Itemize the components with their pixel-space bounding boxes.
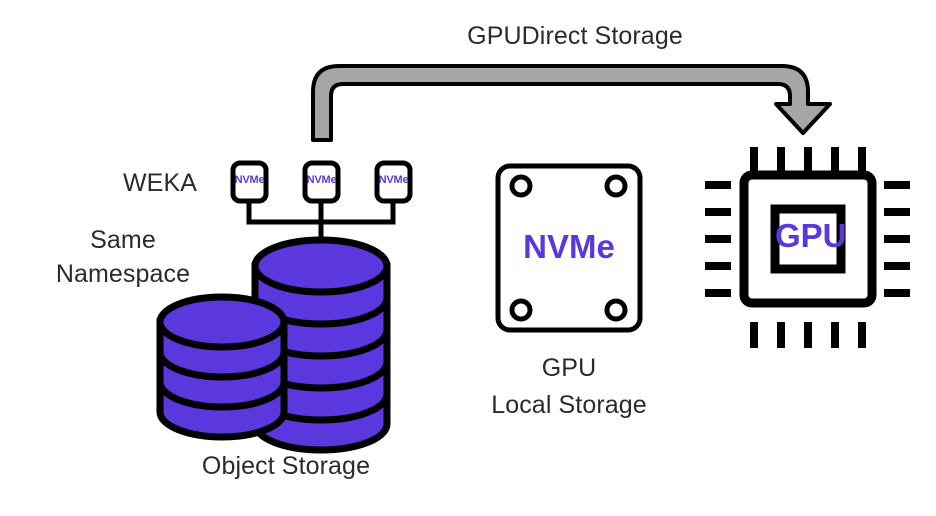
- diagram-canvas: GPUDirect Storage WEKA Same Namespace Ob…: [0, 0, 936, 516]
- gpu-pin-right-5: [884, 289, 910, 297]
- nvme-card-screw-hole-top-left: [509, 174, 533, 198]
- gpu-pin-top-3: [804, 147, 812, 173]
- gpu-pin-left-4: [705, 262, 731, 270]
- gpu-pin-right-3: [884, 235, 910, 243]
- gpu-pin-left-1: [705, 181, 731, 189]
- gpu-pin-top-2: [777, 147, 785, 173]
- gpu-chip-pins-bottom: [750, 322, 866, 348]
- weka-label: WEKA: [122, 169, 198, 197]
- gpu-pin-bottom-2: [777, 322, 785, 348]
- object-storage-caption: Object Storage: [201, 452, 371, 480]
- gpu-pin-top-4: [831, 147, 839, 173]
- nvme-node-label-3: NVMe: [378, 174, 409, 186]
- same-namespace-label-line2: Namespace: [55, 260, 191, 288]
- nvme-card-label: NVMe: [523, 228, 615, 265]
- gpu-pin-right-2: [884, 208, 910, 216]
- nvme-card-screw-hole-bottom-left: [509, 298, 533, 322]
- gpu-chip-pins-top: [750, 147, 866, 173]
- nvme-card-screw-hole-bottom-right: [604, 298, 628, 322]
- gpu-chip-pins-right: [884, 181, 910, 297]
- gpu-pin-top-5: [858, 147, 866, 173]
- tall-stack-top: [251, 236, 391, 296]
- gpudirect-storage-label: GPUDirect Storage: [467, 22, 683, 50]
- gpu-pin-bottom-5: [858, 322, 866, 348]
- arrow-body: [311, 64, 832, 142]
- gpu-local-storage-caption-line2: Local Storage: [491, 391, 647, 419]
- gpu-pin-right-1: [884, 181, 910, 189]
- nvme-node-label-2: NVMe: [306, 174, 337, 186]
- gpu-pin-left-2: [705, 208, 731, 216]
- gpu-local-storage-caption-line1: GPU: [541, 354, 597, 382]
- gpu-chip-label: GPU: [775, 217, 847, 254]
- gpu-pin-right-4: [884, 262, 910, 270]
- gpu-pin-left-3: [705, 235, 731, 243]
- object-storage-short-stack: [156, 293, 288, 441]
- short-stack-top: [156, 293, 288, 351]
- gpu-pin-bottom-4: [831, 322, 839, 348]
- gpu-pin-bottom-1: [750, 322, 758, 348]
- same-namespace-label-line1: Same: [90, 226, 156, 254]
- nvme-card-screw-hole-top-right: [604, 174, 628, 198]
- gpu-pin-top-1: [750, 147, 758, 173]
- nvme-node-label-1: NVMe: [234, 174, 265, 186]
- gpu-pin-bottom-3: [804, 322, 812, 348]
- gpu-pin-left-5: [705, 289, 731, 297]
- gpudirect-storage-arrow: [311, 64, 832, 142]
- gpu-chip-pins-left: [705, 181, 731, 297]
